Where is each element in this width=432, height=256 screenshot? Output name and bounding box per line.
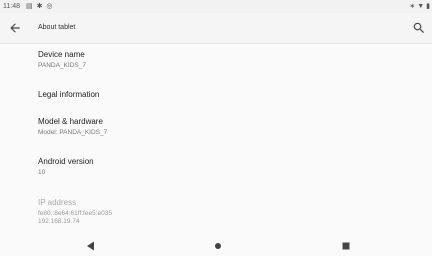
arrow-back-icon[interactable] <box>8 21 22 35</box>
list-item-legal-information[interactable]: Legal information <box>38 90 99 100</box>
item-label: Model & hardware <box>38 117 103 126</box>
status-time: 11:48 <box>3 3 20 10</box>
list-item-ip-address[interactable]: IP address fe80::8e64:61ff:fee5:e035 192… <box>38 198 112 226</box>
status-right-icons: ∗ ▼ ▮ <box>409 2 430 10</box>
settings-icon: ✱ <box>36 3 44 10</box>
app-bar: About tablet <box>0 13 432 44</box>
item-value: 10 <box>38 169 46 176</box>
list-item-model-hardware[interactable]: Model & hardware Model: PANDA_KIDS_7 <box>38 117 107 137</box>
item-value: fe80::8e64:61ff:fee5:e035 <box>38 210 112 217</box>
item-label: Android version <box>38 157 94 166</box>
status-left-icons: ▤ ✱ ◎ <box>26 2 54 10</box>
battery-icon: ▮ <box>426 3 430 10</box>
item-value: PANDA_KIDS_7 <box>38 62 86 69</box>
list-item-android-version[interactable]: Android version 10 <box>38 157 94 177</box>
nav-back-icon[interactable] <box>85 240 97 252</box>
item-value-2: 192.168.19.74 <box>38 218 80 225</box>
item-label: Device name <box>38 50 85 59</box>
status-bar: 11:48 ▤ ✱ ◎ ∗ ▼ ▮ <box>0 0 432 13</box>
item-label: IP address <box>38 198 77 207</box>
page-title: About tablet <box>38 24 76 31</box>
bluetooth-icon: ∗ <box>409 3 416 10</box>
notification-icon: ▤ <box>26 3 34 10</box>
nav-recents-icon[interactable] <box>340 240 352 252</box>
item-value: Model: PANDA_KIDS_7 <box>38 129 108 136</box>
wifi-icon: ▼ <box>417 3 425 10</box>
list-item-device-name[interactable]: Device name PANDA_KIDS_7 <box>38 50 86 70</box>
navigation-bar <box>0 236 432 256</box>
sync-icon: ◎ <box>46 3 54 10</box>
search-icon[interactable] <box>412 21 426 35</box>
item-label: Legal information <box>38 90 100 99</box>
nav-home-icon[interactable] <box>212 240 224 252</box>
